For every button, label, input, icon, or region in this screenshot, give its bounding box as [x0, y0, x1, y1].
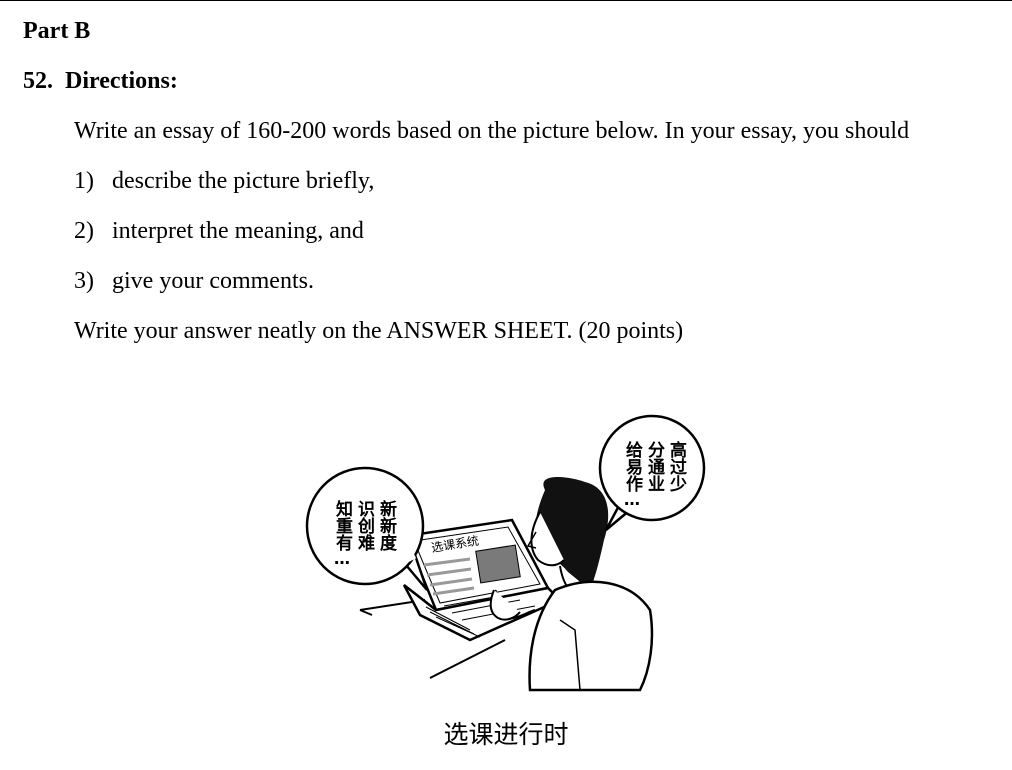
list-marker: 3)	[74, 268, 94, 294]
question-heading: 52. Directions:	[23, 66, 178, 96]
bubble-ellipsis: …	[624, 490, 640, 509]
answer-instruction: Write your answer neatly on the ANSWER S…	[74, 318, 684, 344]
directions-intro: Write an essay of 160-200 words based on…	[74, 118, 910, 144]
bubble-text: 知重有	[332, 499, 354, 552]
part-title: Part B	[23, 18, 91, 44]
bubble-ellipsis: …	[334, 549, 350, 568]
cartoon-illustration: 选课系统 新新度 识创难 知重有 … 高过少 分通业 给易作 …	[305, 414, 706, 692]
question-number: 52.	[23, 68, 53, 94]
bubble-text: 识创难	[354, 500, 376, 552]
list-item: 1) describe the picture briefly,	[74, 166, 374, 196]
list-marker: 1)	[74, 168, 94, 194]
list-marker: 2)	[74, 218, 94, 244]
bubble-text: 高过少	[666, 440, 688, 492]
list-item: 3) give your comments.	[74, 266, 314, 296]
list-text: interpret the meaning, and	[112, 218, 364, 244]
figure-caption: 选课进行时	[443, 720, 569, 749]
table-edge-front	[429, 639, 506, 679]
list-item: 2) interpret the meaning, and	[74, 216, 364, 246]
bubble-text: 分通业	[644, 441, 665, 492]
list-text: give your comments.	[112, 268, 314, 294]
bubble-text: 新新度	[376, 499, 397, 552]
top-rule	[0, 0, 1012, 1]
bubble-text: 给易作	[622, 440, 643, 493]
directions-label: Directions:	[65, 68, 178, 94]
list-text: describe the picture briefly,	[112, 168, 375, 194]
